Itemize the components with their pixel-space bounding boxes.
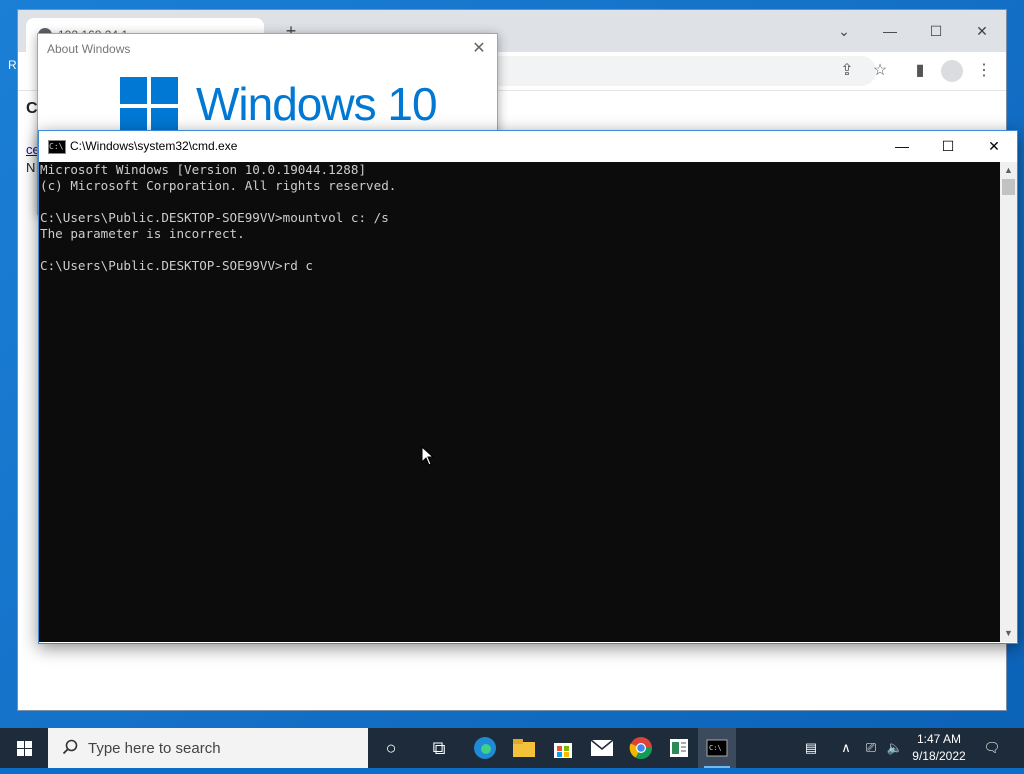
tab-search-icon[interactable]: ⌄	[824, 18, 864, 44]
svg-text:C:\: C:\	[709, 744, 722, 752]
mouse-pointer-icon	[421, 446, 435, 466]
cmd-app-icon: C:\	[48, 140, 66, 154]
task-view-icon[interactable]: ⧉	[420, 728, 458, 768]
search-icon	[62, 739, 78, 755]
side-panel-icon[interactable]: ▮	[909, 60, 931, 82]
console-output[interactable]: Microsoft Windows [Version 10.0.19044.12…	[39, 162, 1000, 642]
taskbar: Type here to search ○ ⧉ C:\ ▤ ∧ ⎚ 🔈 1:47…	[0, 728, 1024, 768]
show-hidden-icons-icon[interactable]: ∧	[836, 728, 856, 768]
about-close-button[interactable]: ✕	[467, 38, 491, 60]
cmd-taskbar-icon[interactable]: C:\	[698, 728, 736, 768]
menu-icon[interactable]: ⋮	[973, 60, 995, 82]
windows-wordmark: Windows 10	[196, 78, 438, 130]
taskbar-search-box[interactable]: Type here to search	[48, 728, 368, 768]
cmd-window: C:\ C:\Windows\system32\cmd.exe — ☐ ✕ Mi…	[38, 130, 1018, 644]
scroll-down-arrow-icon[interactable]: ▼	[1000, 625, 1017, 642]
bookmark-star-icon[interactable]: ☆	[869, 60, 891, 82]
cmd-minimize-button[interactable]: —	[879, 131, 925, 162]
news-icon[interactable]: ▤	[796, 728, 826, 768]
cmd-close-button[interactable]: ✕	[971, 131, 1017, 162]
browser-close-button[interactable]: ✕	[962, 18, 1002, 44]
console-line: The parameter is incorrect.	[40, 226, 245, 241]
console-line: Microsoft Windows [Version 10.0.19044.12…	[40, 162, 367, 177]
search-placeholder: Type here to search	[88, 740, 221, 757]
clock-date: 9/18/2022	[912, 749, 966, 763]
scroll-up-arrow-icon[interactable]: ▲	[1000, 162, 1017, 179]
notifications-icon[interactable]: 🗨	[980, 728, 1004, 768]
volume-muted-icon[interactable]: 🔈	[884, 728, 906, 768]
cmd-window-title: C:\Windows\system32\cmd.exe	[70, 139, 238, 153]
cortana-icon[interactable]: ○	[372, 728, 410, 768]
chrome-icon[interactable]	[622, 728, 660, 768]
network-icon[interactable]: ⎚	[860, 728, 882, 768]
clock-time: 1:47 AM	[916, 732, 962, 746]
share-icon[interactable]: ⇪	[836, 60, 858, 82]
console-line: C:\Users\Public.DESKTOP-SOE99VV>mountvol…	[40, 210, 389, 225]
page-heading-fragment: C	[26, 100, 38, 117]
page-text-fragment: N	[26, 160, 36, 175]
about-dialog-title: About Windows	[47, 42, 131, 56]
start-button[interactable]	[0, 728, 48, 768]
profile-icon[interactable]	[941, 60, 963, 82]
taskbar-clock[interactable]: 1:47 AM 9/18/2022	[907, 731, 971, 765]
browser-minimize-button[interactable]: —	[870, 18, 910, 44]
browser-maximize-button[interactable]: ☐	[916, 18, 956, 44]
cmd-maximize-button[interactable]: ☐	[925, 131, 971, 162]
edge-icon[interactable]	[466, 728, 504, 768]
console-scrollbar[interactable]: ▲ ▼	[1000, 162, 1017, 642]
cmd-titlebar[interactable]: C:\ C:\Windows\system32\cmd.exe — ☐ ✕	[39, 131, 1017, 162]
scroll-thumb[interactable]	[1002, 179, 1015, 195]
mail-icon[interactable]	[583, 728, 621, 768]
desktop-fragment: R	[8, 58, 17, 72]
file-explorer-icon[interactable]	[505, 728, 543, 768]
store-icon[interactable]	[544, 728, 582, 768]
console-line: (c) Microsoft Corporation. All rights re…	[40, 178, 397, 193]
windows-logo-icon	[120, 77, 178, 135]
notepad-icon[interactable]	[660, 728, 698, 768]
console-input-line[interactable]: C:\Users\Public.DESKTOP-SOE99VV>rd c	[40, 258, 1000, 274]
